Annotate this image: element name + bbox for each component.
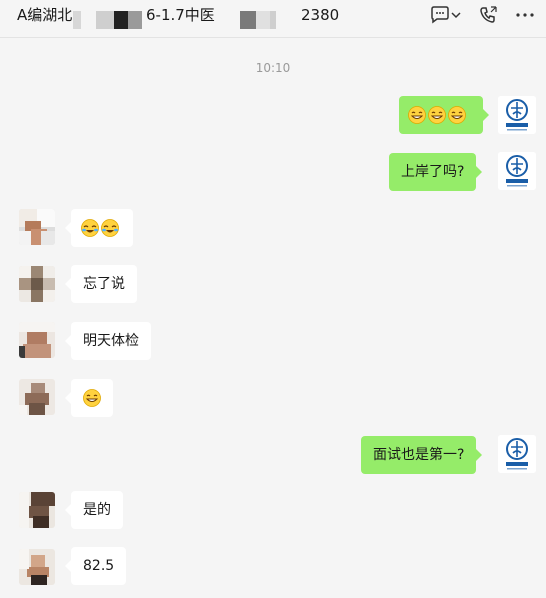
company-logo-icon <box>498 435 536 473</box>
chat-title-part-2: 6-1.7中医 <box>146 6 215 24</box>
contact-avatar[interactable] <box>19 549 55 585</box>
grin-emoji-icon <box>428 106 446 124</box>
redaction-block <box>114 11 128 29</box>
message-bubble-self[interactable] <box>399 96 489 134</box>
message-bubble-contact[interactable] <box>65 379 113 417</box>
contact-avatar[interactable] <box>19 379 55 415</box>
company-logo-icon <box>498 96 536 134</box>
message-bubble-contact[interactable]: 是的 <box>65 491 123 529</box>
chevron-down-icon[interactable] <box>450 5 462 25</box>
message-bubble-contact[interactable] <box>65 209 133 247</box>
contact-avatar[interactable] <box>19 492 55 528</box>
chat-title-part-3: 2380 <box>301 6 340 24</box>
self-avatar[interactable] <box>498 96 536 134</box>
message-timestamp: 10:10 <box>255 61 291 75</box>
message-bubble-contact[interactable]: 忘了说 <box>65 265 137 303</box>
redaction-block <box>270 11 276 29</box>
laugh-cry-emoji-icon <box>101 219 119 237</box>
company-logo-icon <box>498 152 536 190</box>
self-avatar[interactable] <box>498 435 536 473</box>
chat-header: A编湖北 6-1.7中医 2380 <box>0 0 546 38</box>
chat-bubble-icon[interactable] <box>429 5 451 25</box>
redaction-block <box>96 11 114 29</box>
message-bubble-self[interactable]: 面试也是第一? <box>361 436 483 474</box>
phone-icon[interactable] <box>478 5 500 25</box>
grin-emoji-icon <box>448 106 466 124</box>
contact-avatar[interactable] <box>19 322 55 358</box>
redaction-block <box>256 11 270 29</box>
redaction-block <box>128 11 142 29</box>
redaction-block <box>73 11 81 29</box>
contact-avatar[interactable] <box>19 209 55 245</box>
contact-avatar[interactable] <box>19 266 55 302</box>
message-bubble-self[interactable]: 上岸了吗? <box>389 153 483 191</box>
chat-title-part-1: A编湖北 <box>17 6 73 24</box>
message-bubble-contact[interactable]: 明天体检 <box>65 322 151 360</box>
redaction-block <box>240 11 256 29</box>
grin-emoji-icon <box>83 389 101 407</box>
more-icon[interactable] <box>514 5 536 25</box>
message-bubble-contact[interactable]: 82.5 <box>64 547 127 585</box>
grin-emoji-icon <box>408 106 426 124</box>
laugh-cry-emoji-icon <box>81 219 99 237</box>
self-avatar[interactable] <box>498 152 536 190</box>
